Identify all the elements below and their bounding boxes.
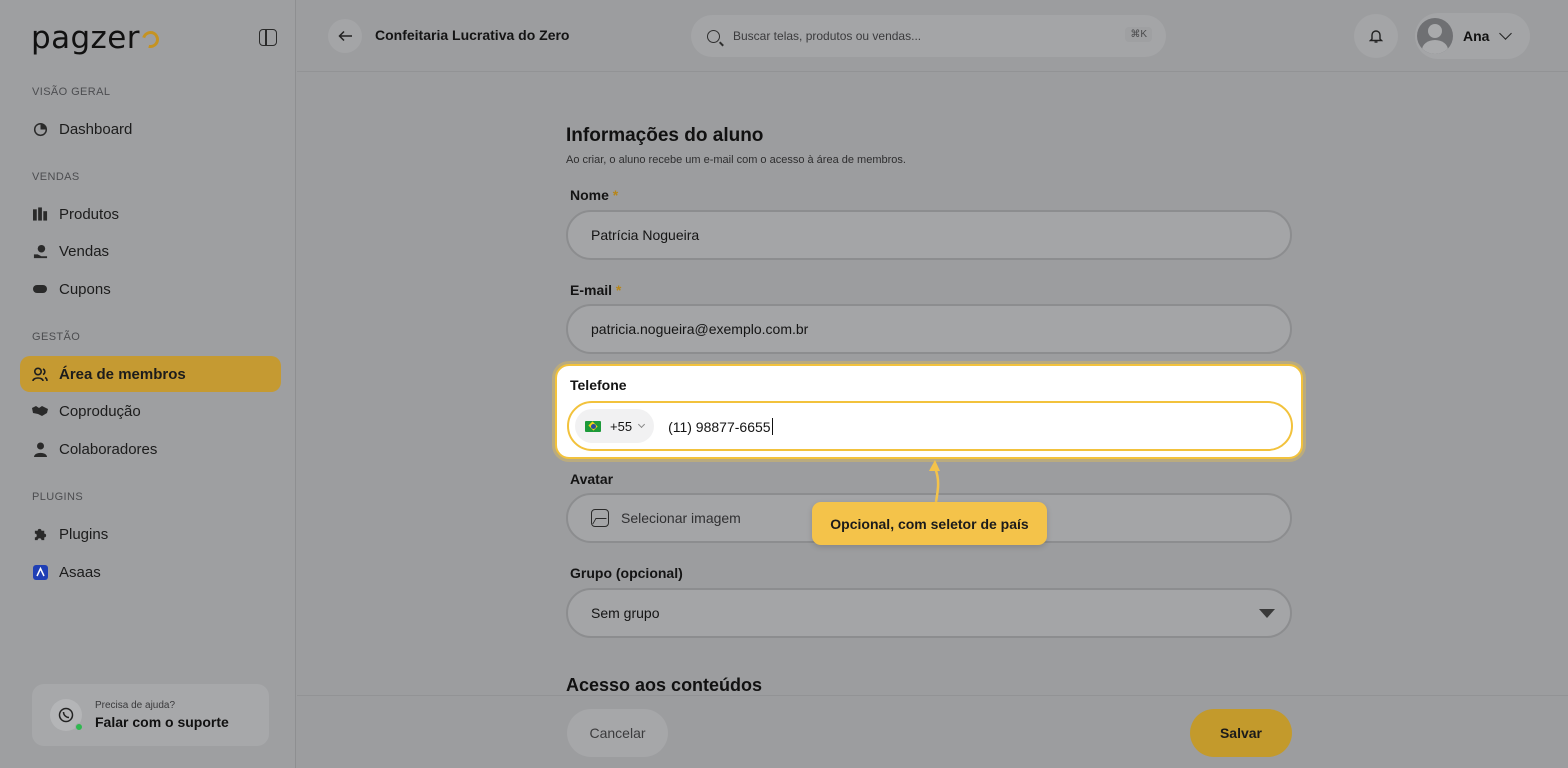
cancel-button[interactable]: Cancelar (567, 709, 668, 757)
logo-text: pagzer (31, 20, 140, 56)
back-button[interactable] (328, 19, 362, 53)
sidebar-item-coproducao[interactable]: Coprodução (20, 393, 281, 429)
shortcut-badge: ⌘K (1125, 27, 1152, 42)
sidebar-item-label: Coprodução (59, 402, 141, 420)
puzzle-icon (32, 526, 48, 542)
email-value: patricia.nogueira@exemplo.com.br (591, 321, 809, 337)
whatsapp-icon (50, 699, 83, 731)
sidebar-item-label: Colaboradores (59, 440, 158, 458)
image-icon (591, 509, 609, 527)
required-mark: * (612, 187, 619, 203)
save-button[interactable]: Salvar (1190, 709, 1292, 757)
sidebar-item-label: Asaas (59, 563, 101, 581)
text-caret (771, 417, 773, 435)
pagzero-logo[interactable]: pagzer (31, 20, 162, 56)
arrow-left-icon (337, 30, 352, 42)
sidebar-item-asaas[interactable]: Asaas (20, 554, 281, 590)
required-mark: * (615, 282, 622, 298)
support-caption: Precisa de ajuda? (95, 700, 176, 711)
support-link[interactable]: Falar com o suporte (95, 714, 229, 730)
search-input[interactable] (733, 29, 1093, 43)
page-title: Confeitaria Lucrativa do Zero (375, 27, 570, 43)
notifications-button[interactable] (1354, 14, 1398, 58)
email-label-text: E-mail (570, 282, 613, 298)
top-bar: Confeitaria Lucrativa do Zero ⌘K Ana (297, 0, 1568, 72)
logo-o-mark (138, 27, 162, 52)
group-select[interactable]: Sem grupo (566, 588, 1292, 638)
search-icon (707, 29, 720, 43)
sidebar-item-plugins[interactable]: Plugins (20, 516, 281, 552)
sidebar-item-cupons[interactable]: Cupons (20, 271, 281, 307)
sidebar-item-vendas[interactable]: Vendas (20, 233, 281, 269)
sidebar-item-label: Vendas (59, 242, 110, 260)
support-card[interactable]: Precisa de ajuda? Falar com o suporte (32, 684, 269, 746)
user-menu[interactable]: Ana (1415, 13, 1530, 59)
bell-icon (1369, 30, 1383, 43)
group-label: Grupo (opcional) (570, 565, 683, 581)
tooltip-callout: Opcional, com seletor de país (812, 502, 1047, 545)
person-icon (32, 441, 48, 457)
sidebar-collapse-icon[interactable] (259, 29, 277, 46)
sidebar: pagzer VISÃO GERAL Dashboard VENDAS Prod… (0, 0, 296, 768)
asaas-icon (32, 564, 48, 580)
group-value: Sem grupo (591, 605, 660, 621)
phone-field-highlight: Telefone +55 (11) 98877-6655 (555, 364, 1303, 459)
section-label-plugins: PLUGINS (32, 491, 84, 503)
section-label-management: GESTÃO (32, 331, 81, 343)
chevron-down-icon (1499, 27, 1513, 40)
email-field[interactable]: patricia.nogueira@exemplo.com.br (566, 304, 1292, 354)
sidebar-item-label: Dashboard (59, 120, 133, 138)
products-icon (32, 206, 48, 222)
sidebar-item-label: Plugins (59, 525, 109, 543)
dashboard-icon (32, 121, 48, 137)
search-bar[interactable]: ⌘K (691, 15, 1166, 57)
phone-input[interactable]: (11) 98877-6655 (668, 417, 773, 435)
dial-code: +55 (610, 418, 633, 434)
form-subtitle: Ao criar, o aluno recebe um e-mail com o… (566, 154, 906, 166)
sidebar-item-produtos[interactable]: Produtos (20, 196, 281, 232)
online-status-dot (75, 723, 83, 731)
phone-field[interactable]: +55 (11) 98877-6655 (567, 401, 1293, 451)
sidebar-item-label: Produtos (59, 205, 120, 223)
form-title: Informações do aluno (566, 125, 764, 146)
phone-label: Telefone (570, 377, 627, 393)
name-value: Patrícia Nogueira (591, 227, 700, 243)
sidebar-item-label: Cupons (59, 280, 111, 298)
handshake-icon (32, 403, 48, 419)
sidebar-item-label: Área de membros (59, 365, 186, 383)
sidebar-item-dashboard[interactable]: Dashboard (20, 111, 281, 147)
brazil-flag-icon (585, 420, 601, 432)
callout-arrow (929, 460, 940, 503)
sidebar-item-area-de-membros[interactable]: Área de membros (20, 356, 281, 392)
country-selector[interactable]: +55 (575, 409, 655, 443)
form-footer: Cancelar Salvar (297, 695, 1568, 768)
email-label: E-mail * (570, 282, 621, 298)
name-label: Nome * (570, 187, 618, 203)
name-label-text: Nome (570, 187, 609, 203)
avatar-placeholder: Selecionar imagem (621, 510, 741, 526)
members-icon (32, 366, 48, 382)
chevron-down-icon (638, 420, 646, 429)
caret-down-icon (1259, 609, 1275, 618)
support-text: Precisa de ajuda? Falar com o suporte (95, 700, 229, 730)
section-label-sales: VENDAS (32, 171, 80, 183)
avatar-label: Avatar (570, 471, 614, 487)
phone-value: (11) 98877-6655 (668, 418, 771, 435)
avatar (1417, 18, 1453, 54)
sidebar-item-colaboradores[interactable]: Colaboradores (20, 431, 281, 467)
section-label-overview: VISÃO GERAL (32, 86, 111, 98)
name-field[interactable]: Patrícia Nogueira (566, 210, 1292, 260)
sales-icon (32, 243, 48, 259)
access-section-title: Acesso aos conteúdos (566, 675, 763, 695)
user-name: Ana (1463, 28, 1490, 44)
coupon-icon (32, 281, 48, 297)
